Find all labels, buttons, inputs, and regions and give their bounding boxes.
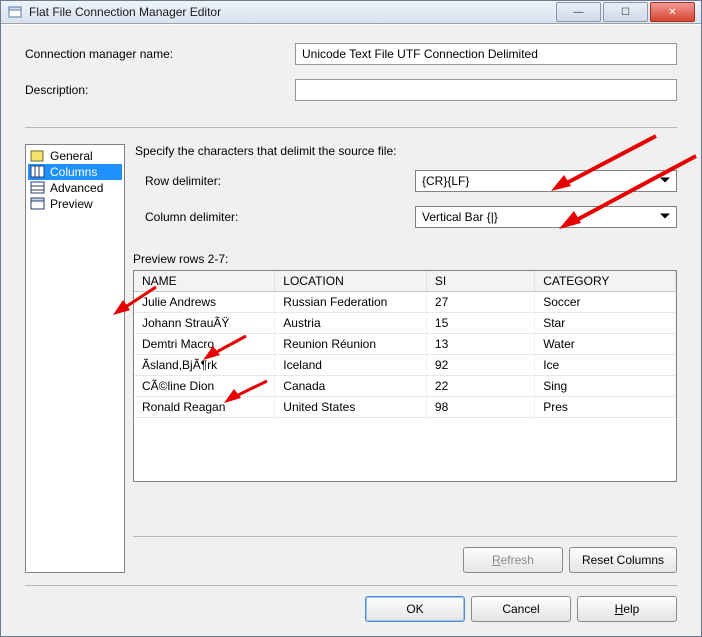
ok-button[interactable]: OK bbox=[365, 596, 465, 622]
preview-label: Preview rows 2-7: bbox=[133, 252, 677, 266]
table-cell: 98 bbox=[426, 397, 534, 418]
table-cell: 13 bbox=[426, 334, 534, 355]
table-cell: Ãsland,BjÃ¶rk bbox=[134, 355, 275, 376]
refresh-button[interactable]: Refresh bbox=[463, 547, 563, 573]
delimiter-intro: Specify the characters that delimit the … bbox=[133, 144, 677, 158]
table-cell: Russian Federation bbox=[275, 292, 427, 313]
nav-tree: General Columns Advanced bbox=[25, 144, 125, 573]
nav-item-advanced[interactable]: Advanced bbox=[28, 180, 122, 196]
table-cell: 92 bbox=[426, 355, 534, 376]
general-icon bbox=[30, 149, 46, 163]
reset-columns-button[interactable]: Reset Columns bbox=[569, 547, 677, 573]
cancel-button[interactable]: Cancel bbox=[471, 596, 571, 622]
connection-name-input[interactable] bbox=[295, 43, 677, 65]
table-cell: United States bbox=[275, 397, 427, 418]
table-cell: 27 bbox=[426, 292, 534, 313]
table-cell: Johann StrauÃŸ bbox=[134, 313, 275, 334]
close-button[interactable]: ✕ bbox=[650, 2, 695, 22]
table-cell: Austria bbox=[275, 313, 427, 334]
nav-item-label: Preview bbox=[50, 197, 93, 211]
nav-item-general[interactable]: General bbox=[28, 148, 122, 164]
column-delimiter-value: Vertical Bar {|} bbox=[422, 210, 498, 224]
table-row[interactable]: Ronald ReaganUnited States98Pres bbox=[134, 397, 676, 418]
table-cell: Water bbox=[535, 334, 676, 355]
table-row[interactable]: Ãsland,BjÃ¶rkIceland92Ice bbox=[134, 355, 676, 376]
nav-item-columns[interactable]: Columns bbox=[28, 164, 122, 180]
description-label: Description: bbox=[25, 83, 295, 97]
row-delimiter-select[interactable]: {CR}{LF} bbox=[415, 170, 677, 192]
table-header-row: NAME LOCATION SI CATEGORY bbox=[134, 271, 676, 292]
divider bbox=[133, 536, 677, 537]
table-row[interactable]: CÃ©line DionCanada22Sing bbox=[134, 376, 676, 397]
nav-item-label: Columns bbox=[50, 165, 97, 179]
nav-item-label: General bbox=[50, 149, 93, 163]
table-cell: Julie Andrews bbox=[134, 292, 275, 313]
table-cell: 22 bbox=[426, 376, 534, 397]
column-delimiter-label: Column delimiter: bbox=[145, 210, 415, 224]
col-header[interactable]: NAME bbox=[134, 271, 275, 292]
advanced-icon bbox=[30, 181, 46, 195]
table-cell: 15 bbox=[426, 313, 534, 334]
preview-icon bbox=[30, 197, 46, 211]
table-cell: Sing bbox=[535, 376, 676, 397]
description-input[interactable] bbox=[295, 79, 677, 101]
table-cell: Canada bbox=[275, 376, 427, 397]
divider bbox=[25, 585, 677, 586]
table-row[interactable]: Johann StrauÃŸAustria15Star bbox=[134, 313, 676, 334]
preview-grid: NAME LOCATION SI CATEGORY Julie AndrewsR… bbox=[133, 270, 677, 482]
connection-name-label: Connection manager name: bbox=[25, 47, 295, 61]
table-cell: Reunion Réunion bbox=[275, 334, 427, 355]
table-cell: Soccer bbox=[535, 292, 676, 313]
table-cell: Ronald Reagan bbox=[134, 397, 275, 418]
app-icon bbox=[7, 4, 23, 20]
col-header[interactable]: CATEGORY bbox=[535, 271, 676, 292]
maximize-button[interactable]: ☐ bbox=[603, 2, 648, 22]
columns-icon bbox=[30, 165, 46, 179]
divider bbox=[25, 127, 677, 128]
table-cell: Ice bbox=[535, 355, 676, 376]
table-cell: Pres bbox=[535, 397, 676, 418]
table-cell: Demtri Macro bbox=[134, 334, 275, 355]
nav-item-preview[interactable]: Preview bbox=[28, 196, 122, 212]
table-cell: CÃ©line Dion bbox=[134, 376, 275, 397]
table-cell: Iceland bbox=[275, 355, 427, 376]
nav-item-label: Advanced bbox=[50, 181, 103, 195]
col-header[interactable]: LOCATION bbox=[275, 271, 427, 292]
row-delimiter-label: Row delimiter: bbox=[145, 174, 415, 188]
table-row[interactable]: Demtri MacroReunion Réunion13Water bbox=[134, 334, 676, 355]
minimize-button[interactable]: — bbox=[556, 2, 601, 22]
window-title: Flat File Connection Manager Editor bbox=[29, 5, 554, 19]
row-delimiter-value: {CR}{LF} bbox=[422, 174, 469, 188]
table-cell: Star bbox=[535, 313, 676, 334]
titlebar: Flat File Connection Manager Editor — ☐ … bbox=[1, 1, 701, 24]
table-row[interactable]: Julie AndrewsRussian Federation27Soccer bbox=[134, 292, 676, 313]
help-button[interactable]: Help bbox=[577, 596, 677, 622]
column-delimiter-select[interactable]: Vertical Bar {|} bbox=[415, 206, 677, 228]
col-header[interactable]: SI bbox=[426, 271, 534, 292]
